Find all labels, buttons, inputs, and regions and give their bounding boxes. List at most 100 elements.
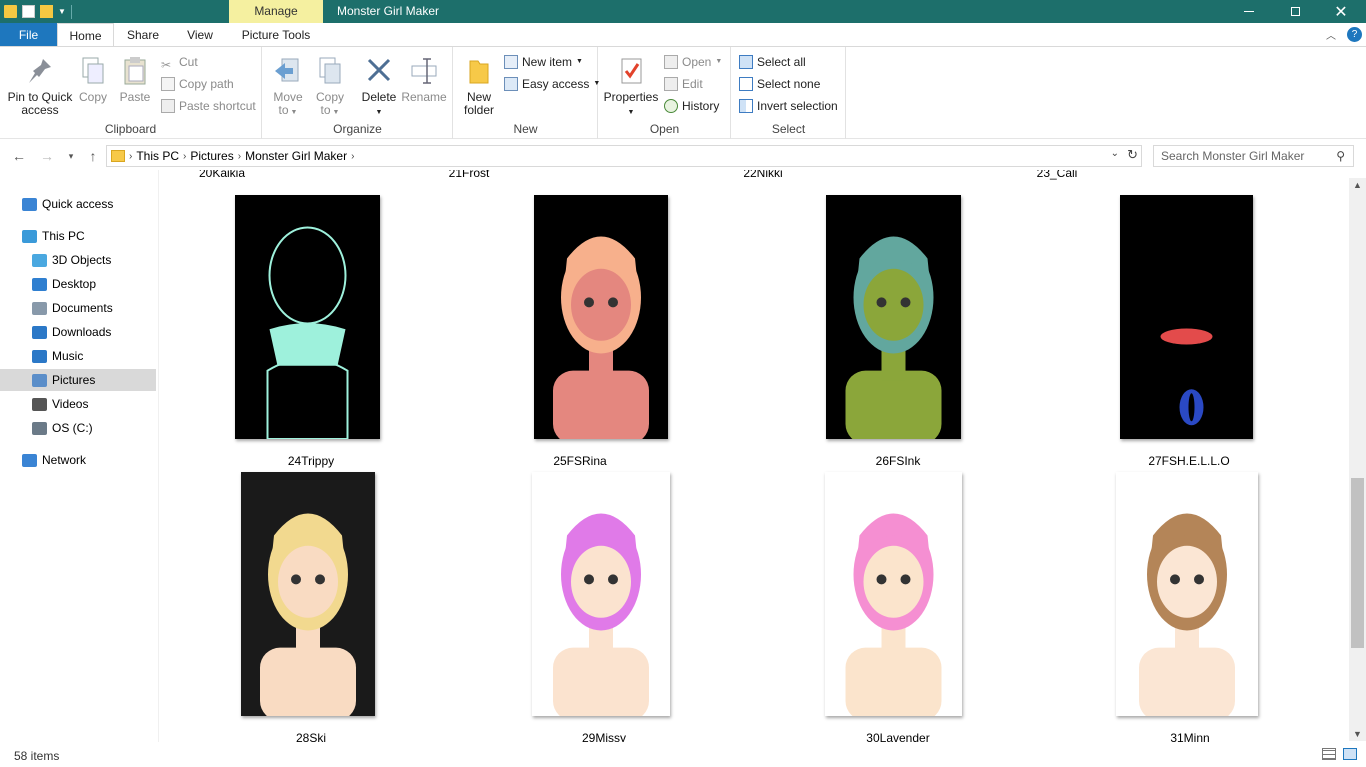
new-item-icon [504, 55, 518, 69]
paste-shortcut-label: Paste shortcut [179, 99, 256, 113]
breadcrumb-separator[interactable]: › [183, 151, 186, 162]
tab-home[interactable]: Home [57, 23, 114, 47]
nav-item-os-c[interactable]: OS (C:) [0, 417, 156, 439]
nav-item-label: OS (C:) [52, 421, 93, 435]
new-folder-label-line1: New [466, 90, 491, 104]
file-caption[interactable]: 28Ski [211, 731, 411, 742]
refresh-icon[interactable]: ↻ [1127, 147, 1138, 163]
collapse-ribbon-icon[interactable]: ︿ [1326, 27, 1336, 42]
forward-icon[interactable]: → [38, 147, 56, 165]
breadcrumb-separator[interactable]: › [238, 151, 241, 162]
help-icon[interactable]: ? [1347, 27, 1362, 42]
manage-context-tab[interactable]: Manage [229, 0, 323, 23]
copy-path-button[interactable]: Copy path [161, 74, 234, 94]
clipboard-group-label: Clipboard [104, 122, 157, 136]
paste-button[interactable]: Paste [116, 51, 154, 104]
breadcrumb-separator[interactable]: › [129, 151, 132, 162]
close-button[interactable]: ✕ [1318, 0, 1364, 23]
copy-to-button[interactable]: Copy to ▼ [313, 51, 347, 119]
details-view-icon[interactable] [1322, 748, 1336, 760]
document-icon [32, 301, 47, 315]
file-caption-partial[interactable]: 21Frost [369, 170, 569, 180]
breadcrumb-this-pc[interactable]: This PC [136, 149, 179, 163]
nav-item-desktop[interactable]: Desktop [0, 273, 156, 295]
search-box[interactable]: Search Monster Girl Maker ⚲ [1153, 145, 1354, 167]
invert-selection-button[interactable]: Invert selection [739, 96, 838, 116]
breadcrumb-monster-girl-maker[interactable]: Monster Girl Maker [245, 149, 347, 163]
copy-button[interactable]: Copy [76, 51, 110, 104]
breadcrumb-pictures[interactable]: Pictures [190, 149, 233, 163]
file-caption-partial[interactable]: 23_Cali [957, 170, 1157, 180]
new-folder-icon[interactable] [40, 5, 53, 18]
vertical-scrollbar[interactable]: ▲ ▼ [1349, 178, 1366, 741]
new-group-label: New [513, 122, 538, 136]
file-caption[interactable]: 31Minn [1090, 731, 1290, 742]
paste-shortcut-button[interactable]: Paste shortcut [161, 96, 256, 116]
new-folder-label-line2: folder [463, 103, 495, 117]
rename-button[interactable]: Rename [401, 51, 447, 104]
file-caption[interactable]: 29Missy [504, 731, 704, 742]
file-caption[interactable]: 25FSRina [480, 454, 680, 468]
nav-item-this-pc[interactable]: This PC [0, 225, 156, 247]
history-button[interactable]: History [664, 96, 719, 116]
file-thumbnail[interactable] [826, 195, 961, 439]
edit-button[interactable]: Edit [664, 74, 703, 94]
nav-item-pictures[interactable]: Pictures [0, 369, 156, 391]
file-caption-partial[interactable]: 20Kaikia [159, 170, 322, 180]
select-none-button[interactable]: Select none [739, 74, 820, 94]
file-thumbnail[interactable] [532, 472, 670, 716]
file-thumbnail[interactable] [534, 195, 668, 439]
tab-picture-tools[interactable]: Picture Tools [229, 23, 323, 47]
file-caption[interactable]: 27FSH.E.L.L.O [1089, 454, 1289, 468]
scrollbar-thumb[interactable] [1351, 478, 1364, 648]
customize-qat-icon[interactable]: ▼ [58, 7, 66, 16]
tab-view[interactable]: View [172, 23, 228, 47]
properties-button[interactable]: Properties ▼ [603, 51, 659, 119]
file-thumbnail[interactable] [1120, 195, 1253, 439]
file-caption[interactable]: 30Lavender [798, 731, 998, 742]
file-thumbnail[interactable] [825, 472, 962, 716]
new-folder-button[interactable]: New folder [458, 51, 500, 117]
properties-icon[interactable] [22, 5, 35, 18]
file-caption[interactable]: 26FSInk [798, 454, 998, 468]
pin-to-quick-access-button[interactable]: Pin to Quick access [4, 51, 76, 117]
history-icon [664, 99, 678, 113]
paste-shortcut-icon [161, 99, 175, 113]
back-icon[interactable]: ← [10, 147, 28, 165]
file-caption-partial[interactable]: 22Nikki [663, 170, 863, 180]
file-caption[interactable]: 24Trippy [211, 454, 411, 468]
minimize-button[interactable] [1226, 0, 1272, 23]
nav-item-quick-access[interactable]: Quick access [0, 193, 156, 215]
tab-share[interactable]: Share [114, 23, 172, 47]
move-to-button[interactable]: Move to ▼ [268, 51, 308, 119]
recent-locations-icon[interactable]: ▾ [64, 147, 78, 165]
new-item-button[interactable]: New item ▼ [504, 52, 583, 72]
portrait-image [1139, 513, 1235, 716]
open-button[interactable]: Open ▼ [664, 52, 722, 72]
tab-file[interactable]: File [0, 23, 57, 47]
scroll-up-icon[interactable]: ▲ [1353, 180, 1362, 190]
cut-button[interactable]: ✂ Cut [161, 52, 198, 72]
restore-button[interactable] [1272, 0, 1318, 23]
portrait-image [845, 513, 942, 716]
nav-item-videos[interactable]: Videos [0, 393, 156, 415]
nav-item-music[interactable]: Music [0, 345, 156, 367]
copy-path-icon [161, 77, 175, 91]
select-all-button[interactable]: Select all [739, 52, 806, 72]
scroll-down-icon[interactable]: ▼ [1353, 729, 1362, 739]
nav-item-documents[interactable]: Documents [0, 297, 156, 319]
nav-item-downloads[interactable]: Downloads [0, 321, 156, 343]
select-all-label: Select all [757, 55, 806, 69]
breadcrumb-separator[interactable]: › [351, 151, 354, 162]
nav-item-3d-objects[interactable]: 3D Objects [0, 249, 156, 271]
easy-access-button[interactable]: Easy access ▼ [504, 74, 600, 94]
file-thumbnail[interactable] [235, 195, 380, 439]
address-bar[interactable]: › This PC › Pictures › Monster Girl Make… [106, 145, 1142, 167]
file-thumbnail[interactable] [1116, 472, 1258, 716]
delete-button[interactable]: Delete ▼ [359, 51, 399, 119]
large-icons-view-icon[interactable] [1343, 748, 1357, 760]
file-thumbnail[interactable] [241, 472, 375, 716]
up-icon[interactable]: ↑ [84, 147, 102, 165]
address-dropdown-icon[interactable]: ⌄ [1111, 148, 1119, 159]
nav-item-network[interactable]: Network [0, 449, 156, 471]
